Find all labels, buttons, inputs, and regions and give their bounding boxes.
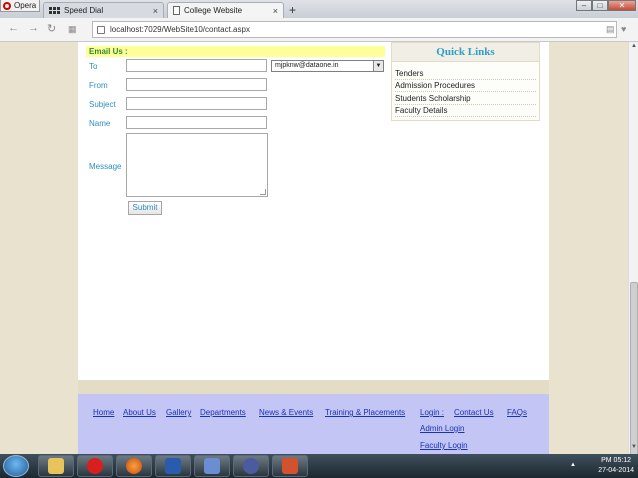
firefox-icon [126,458,142,474]
clock-time: PM 05:12 [601,457,632,464]
quick-link-students-scholarship[interactable]: Students Scholarship [395,93,536,105]
taskbar-word[interactable] [155,455,191,477]
opera-icon [87,458,103,474]
scroll-up-icon[interactable]: ▲ [630,43,638,51]
taskbar-visual-studio[interactable] [194,455,230,477]
browser-toolbar: ← → ↻ ▦ localhost:7029/WebSite10/contact… [0,18,638,42]
maximize-icon[interactable]: □ [592,0,608,11]
quick-links-title: Quick Links [392,43,539,62]
message-textarea[interactable] [126,133,268,197]
tray-expand-icon[interactable]: ▲ [570,462,576,468]
page-icon [173,6,180,15]
scroll-down-icon[interactable]: ▼ [630,444,638,452]
start-button-icon[interactable] [3,455,29,477]
subject-label: Subject [89,100,116,109]
folder-icon [48,458,64,474]
heart-icon[interactable]: ♥ [621,24,626,34]
quick-link-admission-procedures[interactable]: Admission Procedures [395,80,536,92]
back-icon[interactable]: ← [8,22,19,34]
quick-links-panel: Quick Links Tenders Admission Procedures… [391,42,540,121]
system-clock[interactable]: PM 05:12 27-04-2014 [598,456,634,476]
footer-link-departments[interactable]: Departments [200,408,246,417]
footer-link-about-us[interactable]: About Us [123,408,156,417]
app-icon [204,458,220,474]
reload-icon[interactable]: ↻ [47,22,56,35]
opera-menu-label: Opera [14,1,37,10]
footer-link-gallery[interactable]: Gallery [166,408,191,417]
tab-college-website[interactable]: College Website × [167,2,284,18]
footer-link-news-events[interactable]: News & Events [259,408,313,417]
footer-link-contact-us[interactable]: Contact Us [454,408,494,417]
taskbar-opera[interactable] [77,455,113,477]
quick-link-faculty-details[interactable]: Faculty Details [395,105,536,117]
footer-link-training-placements[interactable]: Training & Placements [325,408,405,417]
window-controls: – □ ✕ [576,0,636,11]
forward-icon[interactable]: → [28,22,39,34]
browser-titlebar: Opera Speed Dial × College Website × + –… [0,0,638,18]
minimize-icon[interactable]: – [576,0,592,11]
taskbar-firefox[interactable] [116,455,152,477]
app-icon [243,458,259,474]
address-bar[interactable]: localhost:7029/WebSite10/contact.aspx [92,21,617,38]
footer-link-admin-login[interactable]: Admin Login [420,424,464,433]
word-icon [165,458,181,474]
vertical-scrollbar[interactable]: ▲ ▼ [628,42,638,478]
quick-link-tenders[interactable]: Tenders [395,68,536,80]
page-info-icon[interactable] [97,25,105,34]
submit-button[interactable]: Submit [128,201,162,215]
footer: Home About Us Gallery Departments News &… [78,394,549,454]
from-input[interactable] [126,78,267,91]
chevron-down-icon[interactable]: ▼ [373,61,383,71]
clock-date: 27-04-2014 [598,467,634,474]
tab-title: Speed Dial [64,6,104,15]
taskbar-powerpoint[interactable] [272,455,308,477]
name-input[interactable] [126,116,267,129]
new-tab-button[interactable]: + [289,3,296,17]
to-email-select[interactable]: mjpknw@dataone.in ▼ [271,60,384,72]
selected-email: mjpknw@dataone.in [275,62,339,69]
taskbar-explorer[interactable] [38,455,74,477]
speed-dial-grid-icon[interactable]: ▦ [68,24,77,35]
powerpoint-icon [282,458,298,474]
footer-link-home[interactable]: Home [93,408,114,417]
rss-icon[interactable]: ▤ [606,24,615,35]
footer-link-faqs[interactable]: FAQs [507,408,527,417]
message-label: Message [89,162,122,171]
email-us-header: Email Us : [86,46,385,57]
from-label: From [89,81,108,90]
close-tab-icon[interactable]: × [273,6,278,16]
opera-menu-button[interactable]: Opera [0,0,40,12]
tab-speed-dial[interactable]: Speed Dial × [43,2,164,18]
to-label: To [89,62,98,71]
tab-title: College Website [184,6,243,15]
opera-logo-icon [3,1,11,10]
close-window-icon[interactable]: ✕ [608,0,636,11]
address-text: localhost:7029/WebSite10/contact.aspx [110,25,250,34]
windows-taskbar: ▲ PM 05:12 27-04-2014 [0,454,638,478]
footer-link-login[interactable]: Login : [420,408,444,417]
name-label: Name [89,119,111,128]
to-input[interactable] [126,59,267,72]
taskbar-app[interactable] [233,455,269,477]
speed-dial-icon [49,7,60,14]
subject-input[interactable] [126,97,267,110]
footer-divider-strip [78,380,549,394]
close-tab-icon[interactable]: × [153,6,158,16]
footer-link-faculty-login[interactable]: Faculty Login [420,441,468,450]
